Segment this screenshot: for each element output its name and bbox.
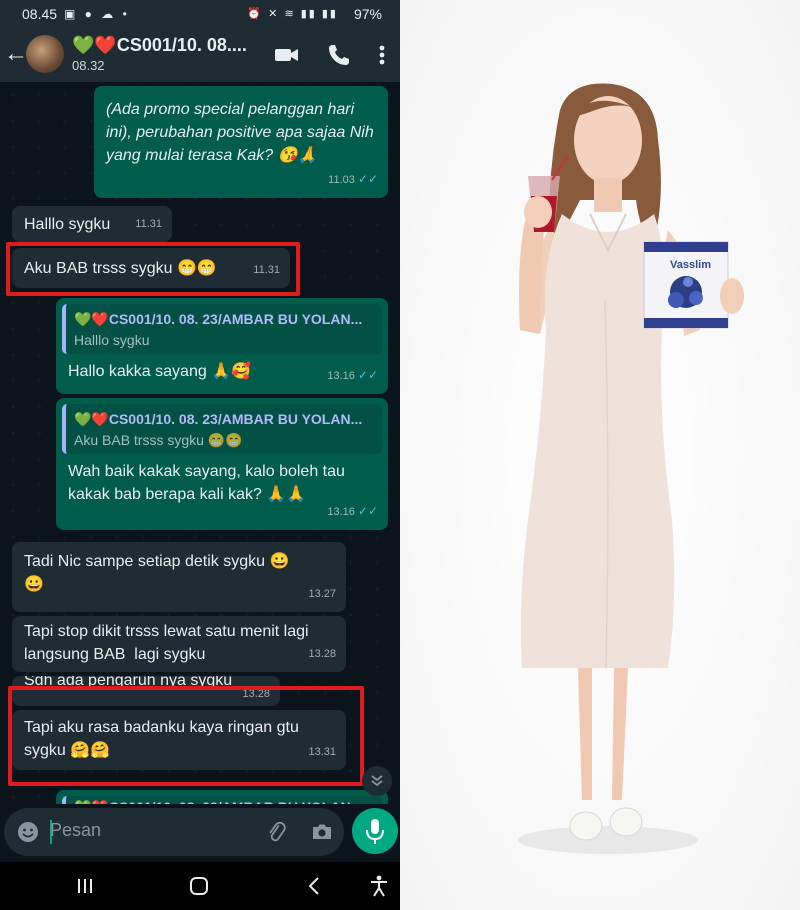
chat-header[interactable]: ← 💚❤️CS001/10. 08.... 08.32 bbox=[0, 30, 400, 82]
message-time: 13.16 bbox=[327, 370, 355, 382]
message-meta: 11.03 ✓✓ bbox=[328, 168, 378, 192]
message-meta: 13.16 ✓✓ bbox=[327, 364, 378, 388]
quoted-text: Aku BAB trsss sygku 😁😁 bbox=[74, 432, 243, 448]
chat-area[interactable]: (Ada promo special pelanggan hari ini), … bbox=[0, 82, 400, 830]
avatar[interactable] bbox=[26, 35, 64, 73]
read-receipt-icon: ✓✓ bbox=[357, 368, 378, 382]
notification-icons: ▣ ● ☁ • bbox=[64, 7, 130, 21]
android-nav-bar bbox=[0, 862, 400, 910]
back-icon[interactable] bbox=[302, 874, 328, 898]
quoted-message[interactable]: 💚❤️CS001/10. 08. 23/AMBAR BU YOLAN... Ak… bbox=[62, 404, 382, 454]
recent-apps-icon[interactable] bbox=[72, 874, 98, 898]
message-outgoing[interactable]: (Ada promo special pelanggan hari ini), … bbox=[94, 86, 388, 198]
highlight-box bbox=[6, 242, 300, 296]
message-input-container[interactable]: Pesan bbox=[4, 808, 344, 856]
double-chevron-down-icon bbox=[371, 775, 383, 787]
contact-name[interactable]: 💚❤️CS001/10. 08.... bbox=[72, 35, 247, 56]
voice-message-button[interactable] bbox=[352, 808, 398, 854]
message-text: Tapi stop dikit trsss lewat satu menit l… bbox=[24, 623, 314, 663]
message-time: 13.27 bbox=[308, 588, 336, 600]
whatsapp-screen: 08.45 ▣ ● ☁ • ⏰ ✕ ≋ ▮▮ ▮▮ 97% ← 💚❤️CS001… bbox=[0, 0, 400, 910]
quoted-text: Halllo sygku bbox=[74, 332, 150, 348]
camera-icon[interactable] bbox=[310, 820, 334, 844]
microphone-icon bbox=[366, 819, 384, 844]
voice-call-icon[interactable] bbox=[326, 42, 352, 68]
accessibility-icon[interactable] bbox=[366, 874, 392, 898]
message-text: Tadi Nic sampe setiap detik sygku 😀 😀 bbox=[24, 553, 290, 593]
more-options-icon[interactable] bbox=[372, 42, 392, 68]
message-meta: 13.16 ✓✓ bbox=[327, 500, 378, 524]
attach-icon[interactable] bbox=[264, 820, 288, 844]
message-outgoing[interactable]: 💚❤️CS001/10. 08. 23/AMBAR BU YOLAN... Ha… bbox=[56, 298, 388, 394]
quoted-sender: 💚❤️CS001/10. 08. 23/AMBAR BU YOLAN... bbox=[74, 411, 363, 427]
message-incoming[interactable]: Halllo sygku 11.31 bbox=[12, 206, 172, 242]
message-input[interactable]: Pesan bbox=[50, 820, 101, 841]
back-arrow-icon[interactable]: ← bbox=[4, 42, 28, 66]
message-time: 13.16 bbox=[327, 506, 355, 518]
scroll-down-button[interactable] bbox=[362, 766, 392, 796]
composer-bar: Pesan bbox=[0, 804, 400, 862]
emoji-icon[interactable] bbox=[16, 820, 40, 844]
status-time: 08.45 bbox=[22, 6, 58, 22]
video-call-icon[interactable] bbox=[274, 42, 300, 68]
highlight-box bbox=[8, 686, 364, 786]
message-incoming[interactable]: Tapi stop dikit trsss lewat satu menit l… bbox=[12, 616, 346, 672]
message-text: (Ada promo special pelanggan hari ini), … bbox=[106, 101, 379, 164]
signal-icons: ⏰ ✕ ≋ ▮▮ ▮▮ bbox=[247, 8, 338, 20]
battery-level: 97% bbox=[353, 6, 382, 22]
message-time: 11.31 bbox=[135, 218, 162, 230]
woman-illustration bbox=[400, 0, 800, 910]
vasslim-box bbox=[643, 241, 729, 329]
product-photo: Vasslim bbox=[400, 0, 800, 910]
last-seen: 08.32 bbox=[72, 58, 105, 73]
home-icon[interactable] bbox=[186, 874, 212, 898]
message-incoming[interactable]: Tadi Nic sampe setiap detik sygku 😀 😀 13… bbox=[12, 542, 346, 612]
product-brand-label: Vasslim bbox=[670, 259, 711, 271]
message-time: 13.28 bbox=[308, 648, 336, 660]
message-outgoing[interactable]: 💚❤️CS001/10. 08. 23/AMBAR BU YOLAN... Ak… bbox=[56, 398, 388, 530]
quoted-message[interactable]: 💚❤️CS001/10. 08. 23/AMBAR BU YOLAN... Ha… bbox=[62, 304, 382, 354]
read-receipt-icon: ✓✓ bbox=[357, 504, 378, 518]
message-time: 11.03 bbox=[328, 174, 355, 186]
quoted-sender: 💚❤️CS001/10. 08. 23/AMBAR BU YOLAN... bbox=[74, 311, 363, 327]
read-receipt-icon: ✓✓ bbox=[357, 172, 378, 186]
status-bar: 08.45 ▣ ● ☁ • ⏰ ✕ ≋ ▮▮ ▮▮ 97% bbox=[0, 0, 400, 30]
